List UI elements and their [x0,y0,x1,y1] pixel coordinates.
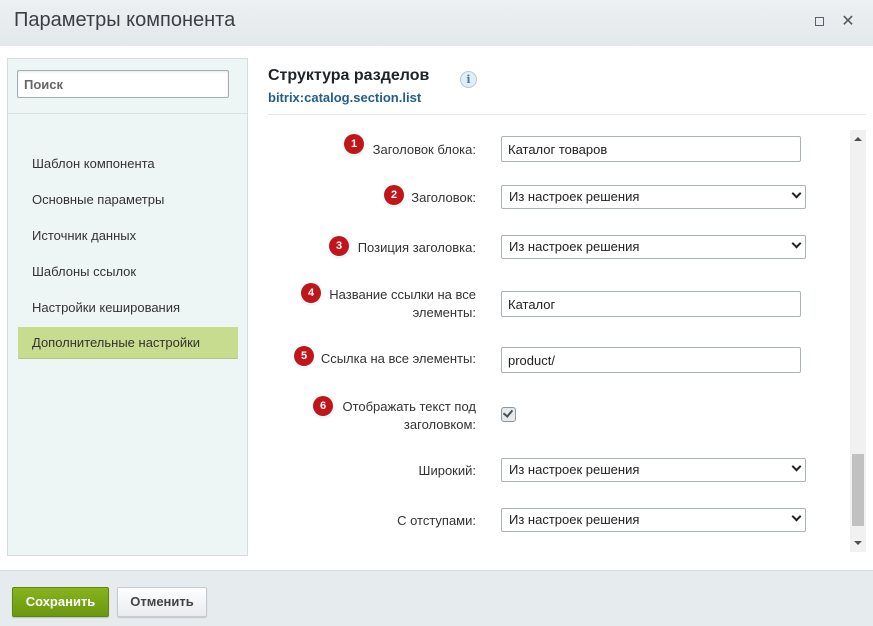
padding-select-value: Из настроек решения [509,512,640,527]
maximize-icon[interactable] [811,14,827,30]
sidebar-item-data-source[interactable]: Источник данных [18,220,238,252]
sidebar-item-additional-settings[interactable]: Дополнительные настройки [18,327,238,359]
block-title-input[interactable] [501,136,801,162]
all-link-name-label: Название ссылки на все элементы: [306,286,476,322]
sidebar-item-main-params[interactable]: Основные параметры [18,184,238,216]
all-link-url-label: Ссылка на все элементы: [320,351,476,366]
window-titlebar: Параметры компонента ✕ [0,0,873,46]
show-subtitle-label: Отображать текст под заголовком: [306,398,476,434]
page-title: Структура разделов [268,67,430,84]
sidebar-divider [8,113,247,114]
scroll-thumb[interactable] [852,454,864,526]
chevron-down-icon [791,188,802,199]
show-subtitle-label-line2: заголовком: [403,417,476,432]
cancel-button[interactable]: Отменить [117,587,207,617]
info-icon[interactable]: i [460,71,477,88]
all-link-name-input[interactable] [501,291,801,317]
save-button[interactable]: Сохранить [12,587,109,617]
all-link-url-input[interactable] [501,347,801,373]
title-position-select[interactable]: Из настроек решения [501,235,806,259]
block-title-label: Заголовок блока: [372,142,476,157]
chevron-down-icon [791,461,802,472]
all-link-name-label-line1: Название ссылки на все [329,287,476,302]
header-divider [268,114,866,115]
title-select[interactable]: Из настроек решения [501,185,806,209]
wide-label: Широкий: [418,463,476,478]
title-label: Заголовок: [411,190,476,205]
scroll-up-arrow-icon[interactable] [854,137,862,141]
chevron-down-icon [791,238,802,249]
dialog-footer: Сохранить Отменить [0,570,873,626]
sidebar-item-cache-settings[interactable]: Настройки кеширования [18,292,238,324]
chevron-down-icon [791,511,802,522]
sidebar-item-component-template[interactable]: Шаблон компонента [18,148,238,180]
component-code: bitrix:catalog.section.list [268,90,422,105]
wide-select-value: Из настроек решения [509,462,640,477]
check-icon [502,407,514,418]
form-scrollbar[interactable] [850,130,866,552]
all-link-name-label-line2: элементы: [412,305,476,320]
show-subtitle-checkbox[interactable] [501,407,516,422]
sidebar-item-url-templates[interactable]: Шаблоны ссылок [18,256,238,288]
dialog-content: Шаблон компонента Основные параметры Ист… [0,46,873,570]
wide-select[interactable]: Из настроек решения [501,458,806,482]
show-subtitle-label-line1: Отображать текст под [342,399,476,414]
search-input[interactable] [17,70,229,98]
padding-label: С отступами: [397,513,476,528]
padding-select[interactable]: Из настроек решения [501,508,806,532]
title-select-value: Из настроек решения [509,189,640,204]
sidebar: Шаблон компонента Основные параметры Ист… [7,58,248,556]
close-icon[interactable]: ✕ [840,14,856,30]
title-position-select-value: Из настроек решения [509,239,640,254]
title-position-label: Позиция заголовка: [357,240,476,255]
scroll-down-arrow-icon[interactable] [854,541,862,545]
window-title: Параметры компонента [14,9,236,31]
